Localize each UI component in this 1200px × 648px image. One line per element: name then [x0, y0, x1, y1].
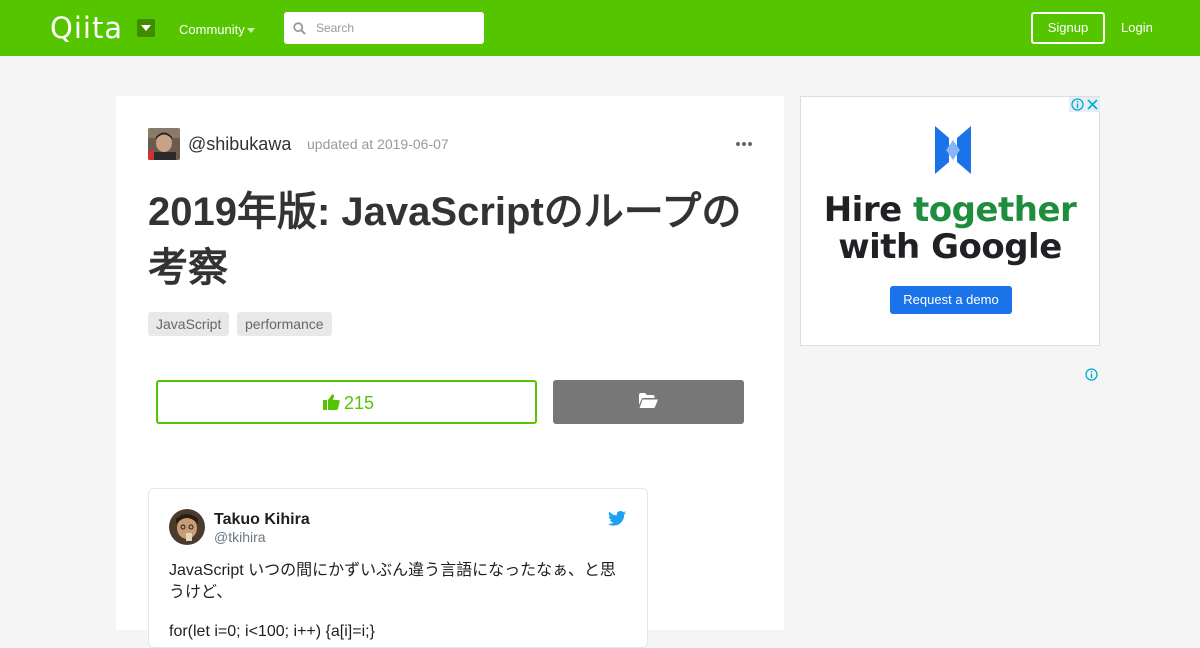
ad-headline: Hire together [823, 190, 1077, 230]
request-demo-button[interactable]: Request a demo [890, 286, 1012, 314]
search-icon [293, 22, 306, 35]
article-title: 2019年版: JavaScriptのループの考察 [148, 190, 742, 290]
advertisement[interactable]: Hire together with Google Request a demo [800, 96, 1100, 346]
embedded-tweet[interactable]: Takuo Kihira @tkihira JavaScript いつの間にかず… [148, 488, 648, 648]
tweet-author-name[interactable]: Takuo Kihira [214, 510, 310, 529]
twitter-bird-icon[interactable] [608, 511, 626, 526]
tweet-code: for(let i=0; i<100; i++) {a[i]=i;} [169, 623, 375, 640]
search-box[interactable] [284, 12, 484, 44]
author-avatar[interactable] [148, 128, 180, 160]
ad-choices[interactable] [1069, 97, 1100, 112]
folder-open-icon [639, 393, 658, 408]
tag-javascript[interactable]: JavaScript [148, 312, 230, 336]
info-icon[interactable] [1071, 98, 1084, 111]
close-icon[interactable] [1087, 99, 1098, 110]
qiita-logo[interactable]: Qiita [50, 13, 123, 43]
search-input[interactable] [310, 12, 480, 44]
menu-toggle-button[interactable] [137, 19, 155, 37]
login-link[interactable]: Login [1121, 20, 1153, 36]
signup-button[interactable]: Signup [1031, 12, 1105, 44]
updated-date: updated at 2019-06-07 [307, 136, 449, 152]
more-icon[interactable] [736, 142, 752, 148]
thumbs-up-icon [323, 394, 340, 410]
tag-performance[interactable]: performance [237, 312, 332, 336]
article-card: @shibukawa updated at 2019-06-07 2019年版:… [116, 96, 784, 648]
caret-down-icon [141, 25, 151, 31]
stock-button[interactable] [553, 380, 744, 424]
like-button[interactable]: 215 [156, 380, 537, 424]
tweet-text: JavaScript いつの間にかずいぶん違う言語になったなぁ、と思うけど、 [169, 562, 616, 601]
hire-logo-icon [935, 126, 971, 174]
author-name[interactable]: @shibukawa [188, 133, 291, 155]
site-header: Qiita Community Signup Login [0, 0, 1200, 56]
info-icon[interactable] [1085, 368, 1098, 381]
tweet-author-handle[interactable]: @tkihira [214, 529, 266, 545]
community-menu[interactable]: Community [179, 22, 245, 38]
ad-headline-line2: with Google [838, 227, 1062, 267]
tweet-avatar[interactable] [169, 509, 205, 545]
caret-down-icon [247, 28, 255, 33]
like-count: 215 [344, 393, 375, 413]
